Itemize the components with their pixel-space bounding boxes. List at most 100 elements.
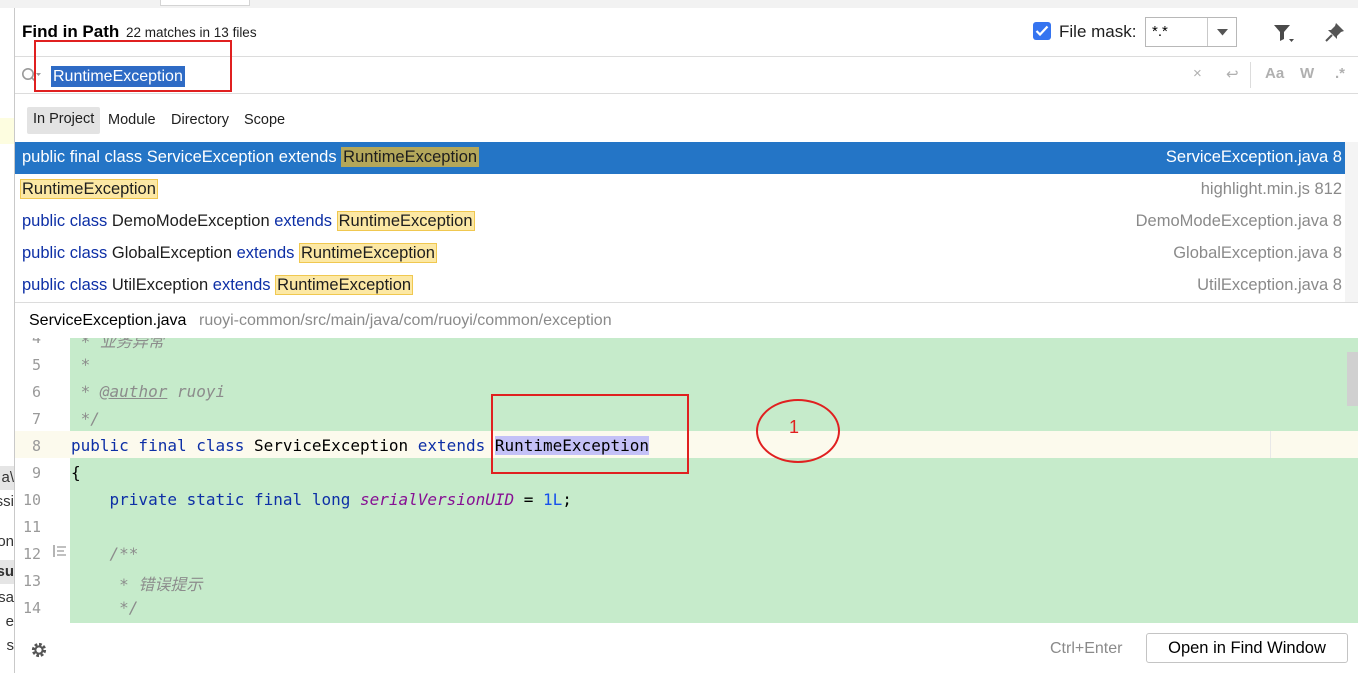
background-highlight-line (0, 118, 14, 144)
line-number: 6 (31, 383, 41, 401)
background-tab (160, 0, 250, 6)
result-file: ServiceException.java 8 (1165, 148, 1342, 166)
file-mask-combo[interactable]: *.* (1145, 17, 1237, 47)
code-preview[interactable]: 4 5 6 7 8 9 10 11 12 13 14 * 业务异常 * * @a… (15, 338, 1358, 623)
file-mask-label: File mask: (1059, 22, 1137, 41)
line-number: 8 (31, 437, 41, 455)
dialog-footer: Ctrl+Enter Open in Find Window (15, 623, 1358, 673)
result-row[interactable]: public class GlobalException extends Run… (15, 238, 1345, 270)
annotation-label: 1 (789, 417, 800, 437)
result-code-text: public final class ServiceException exte… (22, 148, 342, 166)
shortcut-hint: Ctrl+Enter (1050, 640, 1123, 657)
result-match: RuntimeException (299, 243, 437, 263)
background-fragment: ssi (0, 493, 14, 510)
line-number: 9 (31, 464, 41, 482)
clear-search-icon[interactable]: × (1193, 65, 1202, 82)
result-keyword: public class (22, 212, 108, 230)
tab-scope[interactable]: Scope (244, 112, 285, 128)
preview-header: ServiceException.java ruoyi-common/src/m… (15, 302, 1358, 338)
result-file: DemoModeException.java 8 (1135, 212, 1342, 230)
results-list: public final class ServiceException exte… (15, 142, 1358, 302)
whole-words-toggle[interactable]: W (1300, 65, 1314, 82)
annotation-box-match (491, 394, 689, 474)
code-line: */ (71, 409, 100, 428)
find-in-path-dialog: Find in Path 22 matches in 13 files File… (14, 8, 1358, 673)
line-number: 7 (31, 410, 41, 428)
gear-icon[interactable] (29, 640, 49, 665)
open-in-find-window-button[interactable]: Open in Find Window (1146, 633, 1348, 663)
match-count: 22 matches in 13 files (126, 25, 257, 40)
code-class-name: ServiceException (244, 436, 418, 455)
code-line: */ (71, 598, 139, 617)
code-line: * 业务异常 (71, 338, 164, 351)
filter-icon[interactable] (1273, 23, 1295, 48)
javadoc-tag: @author (99, 382, 168, 401)
result-match: RuntimeException (20, 179, 158, 199)
dialog-title: Find in Path (22, 22, 120, 41)
fold-lines-icon[interactable] (53, 544, 67, 558)
result-code: public class UtilException extends Runti… (22, 275, 414, 295)
regex-toggle[interactable]: .* (1335, 65, 1345, 82)
match-case-toggle[interactable]: Aa (1265, 65, 1284, 82)
result-keyword: extends (274, 212, 333, 230)
code-line: * @author ruoyi (71, 382, 226, 401)
result-row[interactable]: RuntimeException highlight.min.js 812 (15, 174, 1345, 206)
file-mask-dropdown-button[interactable] (1207, 18, 1236, 46)
result-match: RuntimeException (336, 211, 475, 231)
result-keyword: extends (212, 276, 271, 294)
code-keyword: extends (417, 436, 486, 455)
result-keyword: extends (236, 244, 295, 262)
scope-tabs: In Project Module Directory Scope (15, 94, 1358, 142)
background-editor-tabs (0, 0, 1358, 8)
preview-scrollbar[interactable] (1347, 352, 1358, 406)
results-scrollbar[interactable] (1345, 142, 1358, 302)
background-fragment: s (6, 637, 15, 654)
preview-file-path: ruoyi-common/src/main/java/com/ruoyi/com… (199, 312, 612, 329)
result-row[interactable]: public final class ServiceException exte… (15, 142, 1345, 174)
line-number: 4 (31, 338, 41, 347)
result-keyword: public class (22, 276, 108, 294)
right-margin-guide (1270, 431, 1271, 458)
preview-file-name: ServiceException.java (29, 312, 187, 329)
pin-icon[interactable] (1325, 22, 1345, 47)
background-fragment: su (0, 560, 14, 584)
result-row[interactable]: public class DemoModeException extends R… (15, 206, 1345, 238)
code-number: 1L (543, 490, 563, 509)
file-mask-value[interactable]: *.* (1152, 23, 1168, 40)
result-match: RuntimeException (341, 147, 480, 167)
code-field: serialVersionUID (359, 490, 515, 509)
code-line: * 错误提示 (71, 575, 203, 594)
result-file: GlobalException.java 8 (1173, 244, 1342, 262)
line-number: 13 (22, 572, 41, 590)
background-fragment: on (0, 533, 14, 550)
result-file: UtilException.java 8 (1197, 276, 1342, 294)
code-line: /** (71, 544, 139, 563)
toolbar-divider (1250, 62, 1251, 88)
result-row[interactable]: public class UtilException extends Runti… (15, 270, 1345, 302)
line-number: 5 (31, 356, 41, 374)
code-punctuation: ; (562, 490, 572, 509)
tab-module[interactable]: Module (108, 112, 156, 128)
line-number: 10 (22, 491, 41, 509)
file-mask-checkbox[interactable] (1033, 22, 1051, 40)
tab-directory[interactable]: Directory (171, 112, 229, 128)
result-code: public class GlobalException extends Run… (22, 243, 437, 263)
result-match: RuntimeException (275, 275, 414, 295)
result-class-name: UtilException (107, 276, 213, 294)
result-code: RuntimeException (20, 179, 158, 199)
background-fragment: a\ (0, 466, 14, 490)
result-file: highlight.min.js 812 (1200, 180, 1342, 198)
code-line: * (71, 355, 91, 374)
code-keyword: private static final long (71, 490, 360, 509)
result-keyword: public class (22, 244, 108, 262)
result-class-name: DemoModeException (107, 212, 275, 230)
code-line: { (71, 463, 81, 482)
code-area (70, 338, 1358, 623)
tab-in-project[interactable]: In Project (27, 107, 101, 134)
annotation-box-search (34, 40, 232, 92)
new-line-icon[interactable]: ↩ (1226, 65, 1239, 83)
comment-text: ruoyi (167, 382, 226, 401)
line-number: 14 (22, 599, 41, 617)
background-fragment: sa (0, 589, 14, 606)
background-fragment: e (5, 613, 14, 630)
